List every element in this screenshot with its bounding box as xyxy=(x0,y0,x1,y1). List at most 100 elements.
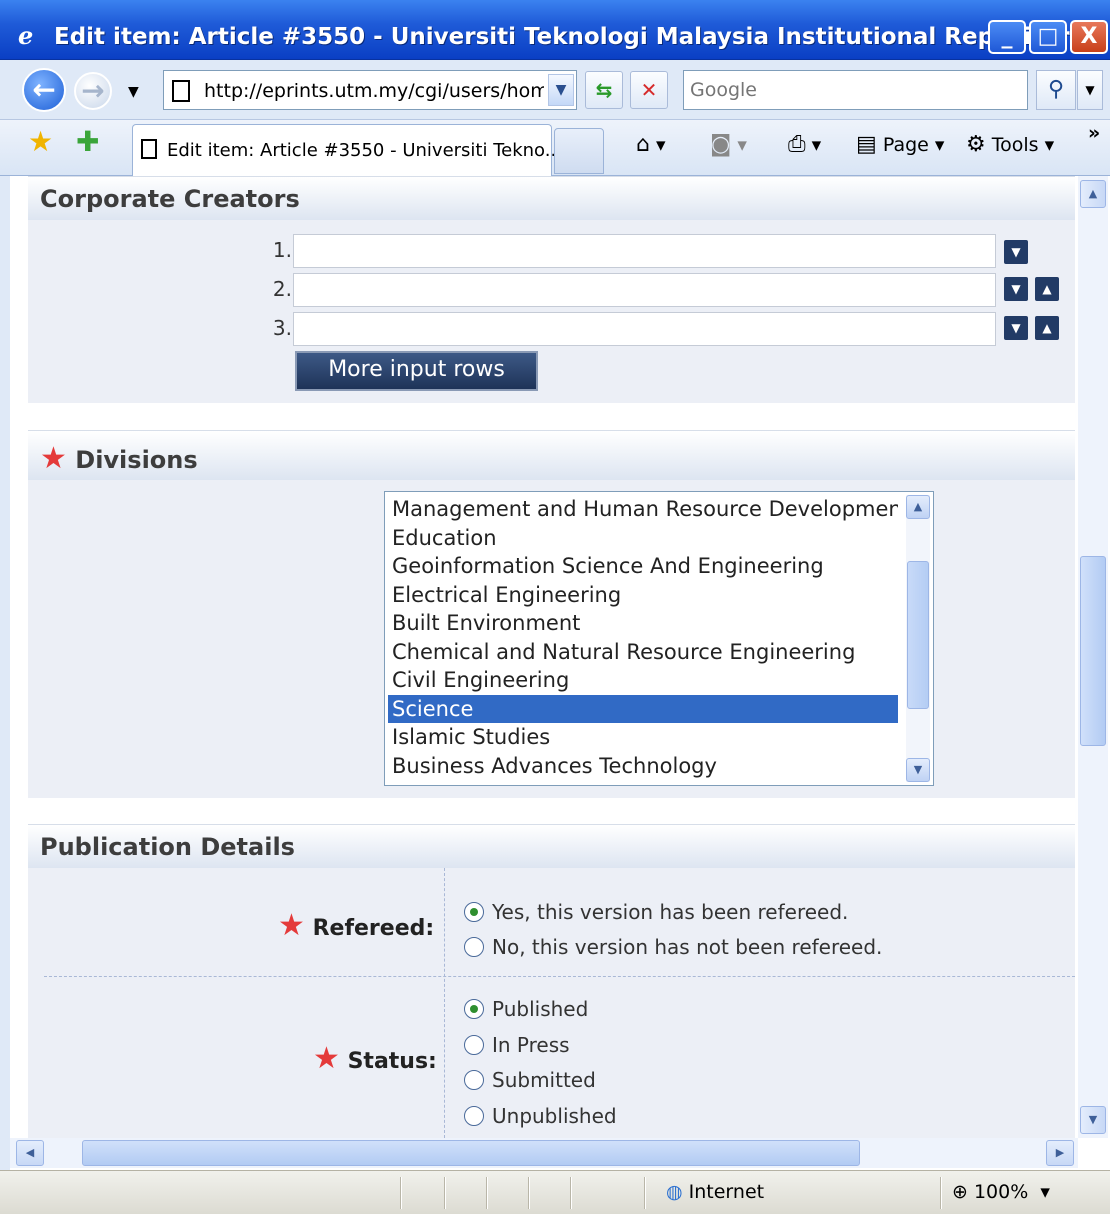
address-bar[interactable]: http://eprints.utm.my/cgi/users/home?s ▼ xyxy=(163,70,577,110)
division-option[interactable]: Chemical and Natural Resource Engineerin… xyxy=(388,638,898,667)
refereed-label-wrap: ★ Refereed: xyxy=(278,908,434,943)
status-separator xyxy=(570,1177,572,1209)
status-separator xyxy=(528,1177,530,1209)
status-submitted-option[interactable]: Submitted xyxy=(464,1068,596,1092)
page-content: Corporate Creators 1. ▼ 2. ▼ ▲ 3. ▼ ▲ Mo… xyxy=(10,176,1077,1138)
add-favorites-icon[interactable]: ✚ xyxy=(76,128,99,156)
stop-button[interactable]: ✕ xyxy=(630,71,668,109)
radio-checked-icon[interactable] xyxy=(464,999,484,1019)
status-published-option[interactable]: Published xyxy=(464,997,588,1021)
scroll-up-icon[interactable]: ▲ xyxy=(1080,180,1106,208)
status-in-press-option[interactable]: In Press xyxy=(464,1033,570,1057)
required-star-icon: ★ xyxy=(278,908,305,943)
maximize-button[interactable]: □ xyxy=(1029,20,1067,54)
new-tab-button[interactable] xyxy=(554,128,604,174)
feeds-button[interactable]: ◙ ▾ xyxy=(710,130,747,160)
move-down-icon[interactable]: ▼ xyxy=(1004,240,1028,264)
corporate-creator-input-1[interactable] xyxy=(293,234,996,268)
page-vertical-scrollbar[interactable]: ▲ ▼ xyxy=(1078,176,1108,1138)
radio-checked-icon[interactable] xyxy=(464,902,484,922)
move-up-icon[interactable]: ▲ xyxy=(1035,316,1059,340)
refresh-button[interactable]: ⇆ xyxy=(585,71,623,109)
radio-unchecked-icon[interactable] xyxy=(464,1035,484,1055)
move-down-icon[interactable]: ▼ xyxy=(1004,316,1028,340)
favorites-star-icon[interactable]: ★ xyxy=(28,128,53,156)
corporate-creator-input-3[interactable] xyxy=(293,312,996,346)
division-option[interactable]: Electrical Engineering xyxy=(388,581,898,610)
tools-menu[interactable]: ⚙ Tools ▾ xyxy=(966,130,1054,160)
page-icon xyxy=(172,80,190,102)
search-options-dropdown[interactable]: ▼ xyxy=(1077,70,1103,110)
page-menu[interactable]: ▤ Page ▾ xyxy=(856,130,944,160)
gear-icon: ⚙ xyxy=(966,132,986,157)
maximize-icon: □ xyxy=(1037,24,1059,49)
scroll-down-icon[interactable]: ▼ xyxy=(906,758,930,782)
scroll-right-icon[interactable]: ▶ xyxy=(1046,1140,1074,1166)
division-option[interactable]: Built Environment xyxy=(388,609,898,638)
status-in-press-label: In Press xyxy=(492,1033,570,1057)
status-label: Status: xyxy=(347,1049,437,1074)
forward-button[interactable]: → xyxy=(74,72,112,110)
search-input[interactable] xyxy=(684,71,1027,109)
division-option[interactable]: Business Advances Technology xyxy=(388,752,898,781)
division-option[interactable]: Management and Human Resource Developmen… xyxy=(388,495,898,524)
status-unpublished-label: Unpublished xyxy=(492,1104,617,1128)
corporate-creator-input-2[interactable] xyxy=(293,273,996,307)
division-option[interactable]: Geoinformation Science And Engineering xyxy=(388,552,898,581)
back-button[interactable]: ← xyxy=(22,68,66,112)
search-button[interactable]: ⚲ xyxy=(1036,70,1076,110)
move-up-icon[interactable]: ▲ xyxy=(1035,277,1059,301)
more-commands-chevron-icon[interactable]: » xyxy=(1088,118,1100,148)
minimize-icon: _ xyxy=(1001,24,1013,49)
corporate-creators-heading: Corporate Creators xyxy=(40,185,300,213)
close-window-button[interactable]: X xyxy=(1070,20,1108,54)
browser-tab[interactable]: Edit item: Article #3550 - Universiti Te… xyxy=(132,124,562,176)
address-url[interactable]: http://eprints.utm.my/cgi/users/home?s xyxy=(204,80,544,102)
divisions-scrollbar[interactable]: ▲ ▼ xyxy=(906,495,930,782)
division-option[interactable]: Civil Engineering xyxy=(388,666,898,695)
scroll-thumb[interactable] xyxy=(907,561,929,709)
rss-icon: ◙ xyxy=(710,132,732,157)
zoom-level: 100% xyxy=(973,1181,1029,1203)
tab-page-icon xyxy=(141,139,157,159)
division-option[interactable]: Islamic Studies xyxy=(388,723,898,752)
security-zone-label: Internet xyxy=(688,1181,765,1203)
status-label-wrap: ★ Status: xyxy=(313,1041,437,1076)
scroll-left-icon[interactable]: ◀ xyxy=(16,1140,44,1166)
refereed-no-option[interactable]: No, this version has not been refereed. xyxy=(464,935,882,959)
radio-unchecked-icon[interactable] xyxy=(464,1070,484,1090)
radio-unchecked-icon[interactable] xyxy=(464,937,484,957)
corporate-creators-body: 1. ▼ 2. ▼ ▲ 3. ▼ ▲ More input rows xyxy=(28,220,1075,403)
radio-unchecked-icon[interactable] xyxy=(464,1106,484,1126)
move-down-icon[interactable]: ▼ xyxy=(1004,277,1028,301)
refereed-yes-label: Yes, this version has been refereed. xyxy=(492,900,849,924)
tab-label: Edit item: Article #3550 - Universiti Te… xyxy=(167,140,562,161)
division-option-selected[interactable]: Science xyxy=(388,694,898,723)
more-input-rows-button[interactable]: More input rows xyxy=(295,351,538,391)
zoom-control[interactable]: ⊕ 100% ▾ xyxy=(952,1181,1050,1203)
divisions-options: Management and Human Resource Developmen… xyxy=(388,495,898,780)
horizontal-scroll-thumb[interactable] xyxy=(82,1140,860,1166)
home-button[interactable]: ⌂ ▾ xyxy=(636,130,666,160)
refereed-yes-option[interactable]: Yes, this version has been refereed. xyxy=(464,900,848,924)
search-box[interactable] xyxy=(683,70,1028,110)
minimize-button[interactable]: _ xyxy=(988,20,1026,54)
scroll-up-icon[interactable]: ▲ xyxy=(906,495,930,519)
scroll-down-icon[interactable]: ▼ xyxy=(1080,1106,1106,1134)
address-dropdown-button[interactable]: ▼ xyxy=(548,74,574,106)
print-button[interactable]: ⎙ ▾ xyxy=(788,130,821,160)
divisions-listbox[interactable]: Management and Human Resource Developmen… xyxy=(384,491,934,786)
status-unpublished-option[interactable]: Unpublished xyxy=(464,1104,617,1128)
window-frame xyxy=(0,176,10,1170)
recent-pages-dropdown[interactable]: ▼ xyxy=(128,84,139,100)
printer-icon: ⎙ xyxy=(788,132,806,157)
page-horizontal-scrollbar[interactable]: ◀ ▶ xyxy=(10,1138,1078,1168)
divisions-header: ★ Divisions xyxy=(28,430,1075,480)
status-bar: ◍ Internet ⊕ 100% ▾ xyxy=(0,1170,1110,1214)
status-submitted-label: Submitted xyxy=(492,1068,596,1092)
division-option[interactable]: Education xyxy=(388,524,898,553)
refereed-no-label: No, this version has not been refereed. xyxy=(492,935,883,959)
vertical-scroll-thumb[interactable] xyxy=(1080,556,1106,746)
title-bar: e Edit item: Article #3550 - Universiti … xyxy=(0,0,1110,60)
status-separator xyxy=(644,1177,646,1209)
